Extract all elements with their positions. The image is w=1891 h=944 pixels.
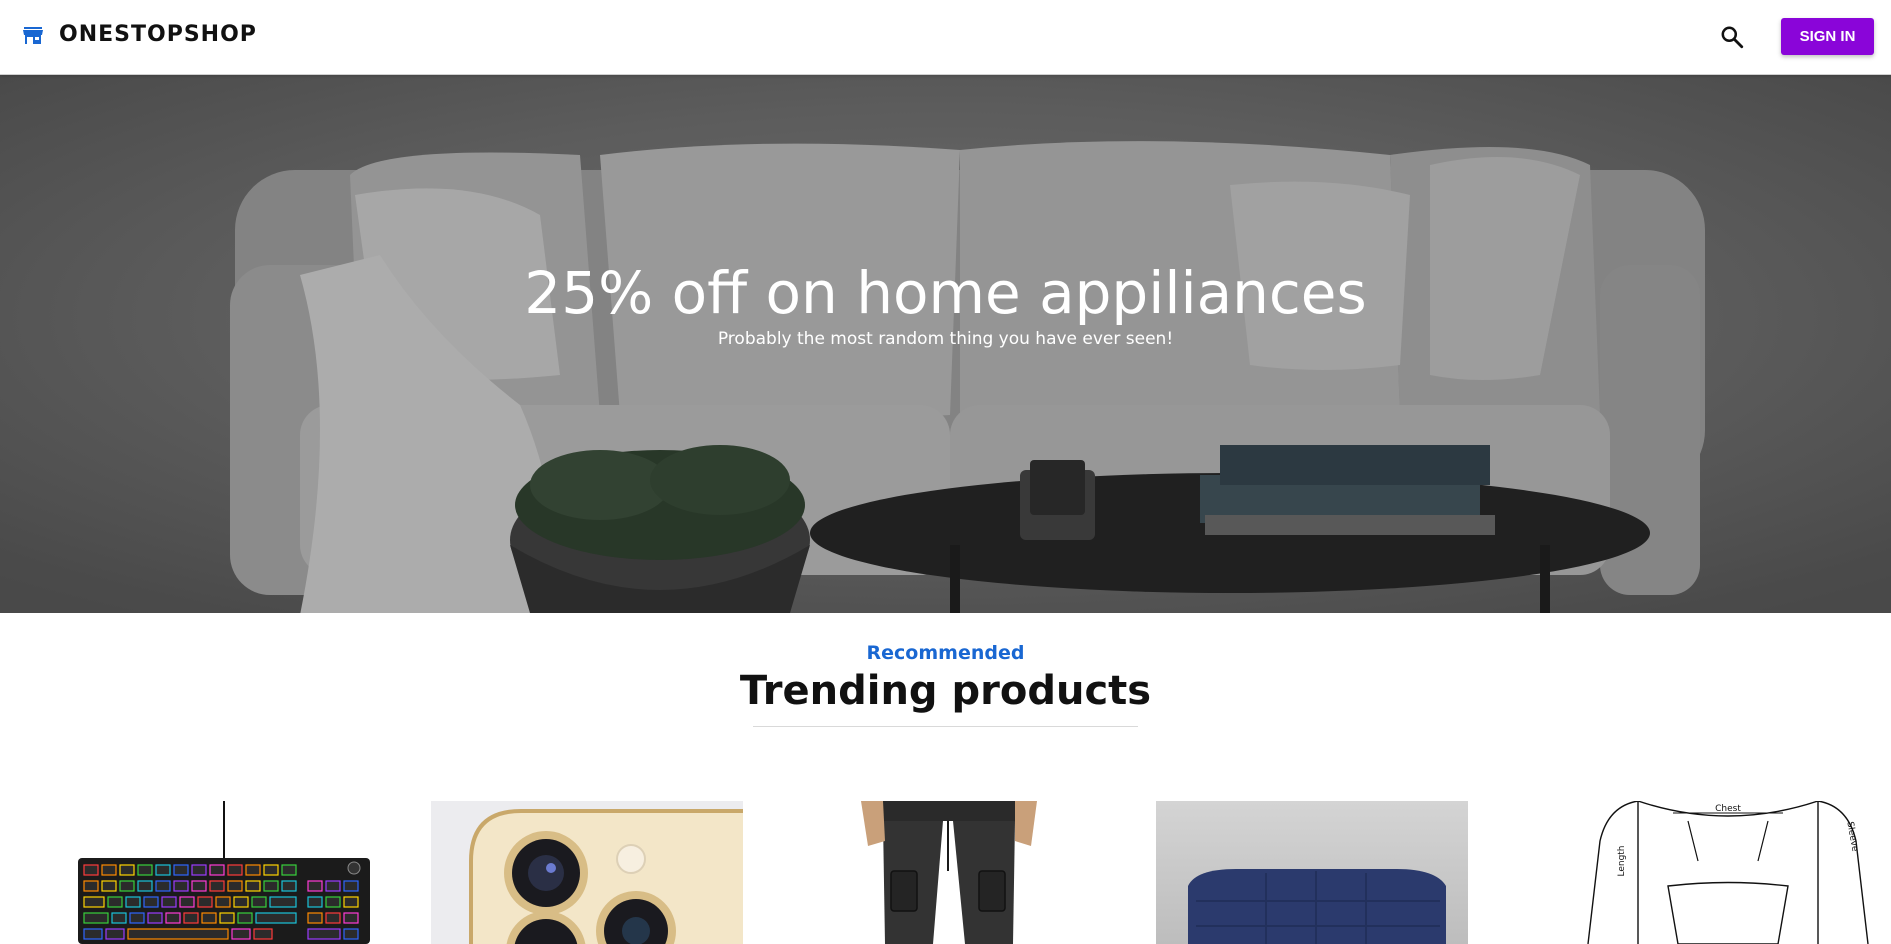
cargo-pants-image: [793, 801, 1105, 944]
hoodie-length-label: Length: [1617, 845, 1627, 876]
smartphone-camera-image: [431, 801, 743, 944]
hero-banner[interactable]: 25% off on home appiliances Probably the…: [0, 75, 1891, 613]
product-card-cargo-pants[interactable]: [793, 801, 1105, 944]
product-card-hoodie[interactable]: Chest Length Sleeve: [1568, 801, 1880, 944]
sign-in-button[interactable]: SIGN IN: [1781, 18, 1874, 55]
brand-name: ONESTOPSHOP: [59, 22, 257, 47]
search-button[interactable]: [1717, 22, 1747, 52]
section-eyebrow: Recommended: [866, 642, 1025, 664]
product-card-sofa[interactable]: [1156, 801, 1468, 944]
section-title: Trending products: [739, 668, 1152, 714]
storefront-icon: [23, 26, 43, 44]
hoodie-sketch-image: Chest Length Sleeve: [1568, 801, 1880, 944]
hoodie-chest-label: Chest: [1715, 804, 1741, 814]
blue-sofa-image: [1156, 801, 1468, 944]
section-divider: [753, 726, 1138, 727]
brand-logo[interactable]: ONESTOPSHOP: [21, 22, 257, 47]
hero-title: 25% off on home appiliances: [524, 259, 1367, 327]
keyboard-image: [68, 801, 380, 944]
search-icon: [1721, 26, 1744, 49]
product-card-keyboard[interactable]: [68, 801, 380, 944]
product-card-smartphone[interactable]: [431, 801, 743, 944]
top-navbar: ONESTOPSHOP SIGN IN: [0, 0, 1891, 75]
hero-subtitle: Probably the most random thing you have …: [717, 329, 1174, 349]
